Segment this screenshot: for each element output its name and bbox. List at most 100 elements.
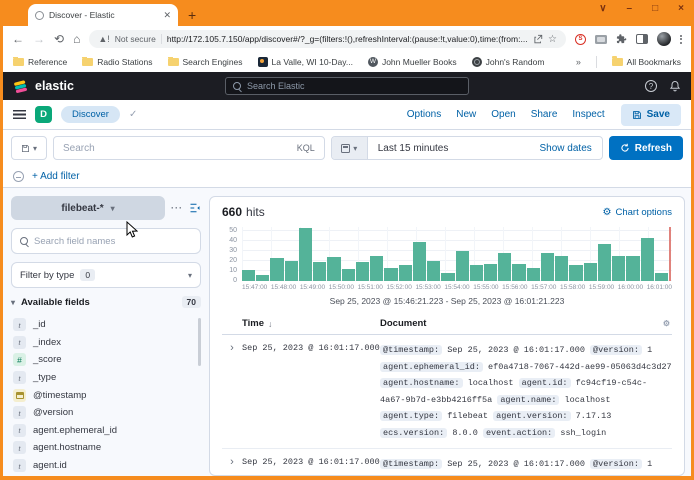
histogram-bar[interactable]: [655, 273, 668, 281]
histogram-bar[interactable]: [569, 265, 582, 281]
available-fields-header[interactable]: ▾ Available fields 70: [11, 296, 201, 308]
table-row[interactable]: ›Sep 25, 2023 @ 16:01:17.000@timestamp: …: [222, 449, 672, 475]
histogram-bar[interactable]: [327, 257, 340, 281]
field-item[interactable]: t@version: [11, 404, 201, 422]
topnav-options-link[interactable]: Options: [407, 109, 441, 120]
add-filter-link[interactable]: + Add filter: [32, 171, 80, 182]
histogram-bar[interactable]: [456, 251, 469, 281]
collapse-sidebar-icon[interactable]: [189, 202, 201, 214]
kql-label[interactable]: KQL: [297, 143, 315, 153]
filter-set-icon[interactable]: [13, 171, 24, 182]
home-button[interactable]: ⌂: [73, 32, 80, 46]
tab-close-icon[interactable]: ✕: [163, 10, 171, 21]
histogram-bar[interactable]: [242, 270, 255, 281]
histogram-bar[interactable]: [470, 265, 483, 281]
screenshot-extension-icon[interactable]: [595, 35, 607, 44]
time-column-header[interactable]: Time: [242, 318, 264, 329]
all-bookmarks-button[interactable]: All Bookmarks: [612, 57, 681, 67]
histogram-bar[interactable]: [527, 268, 540, 281]
alerts-bell-icon[interactable]: [669, 80, 681, 92]
space-badge[interactable]: D: [35, 106, 52, 123]
histogram-bar[interactable]: [484, 264, 497, 281]
histogram-bar[interactable]: [626, 256, 639, 281]
histogram-bar[interactable]: [512, 264, 525, 281]
field-search-input[interactable]: [34, 236, 192, 247]
field-item[interactable]: tagent.hostname: [11, 439, 201, 457]
table-row[interactable]: ›Sep 25, 2023 @ 16:01:17.000@timestamp: …: [222, 335, 672, 449]
new-tab-button[interactable]: +: [188, 8, 196, 22]
histogram-bar[interactable]: [256, 275, 269, 281]
window-minimize-button[interactable]: –: [627, 3, 633, 14]
window-chevron-icon[interactable]: ∨: [599, 3, 606, 14]
histogram-bar[interactable]: [384, 268, 397, 281]
bookmarks-overflow-icon[interactable]: »: [576, 57, 581, 67]
document-column-header[interactable]: Document: [380, 318, 672, 329]
save-button[interactable]: Save: [621, 104, 681, 126]
field-item[interactable]: tagent.ephemeral_id: [11, 422, 201, 440]
bookmark-item[interactable]: Reference: [13, 57, 67, 67]
histogram-bar[interactable]: [555, 256, 568, 281]
histogram-bar[interactable]: [541, 253, 554, 281]
histogram-bar[interactable]: [498, 253, 511, 281]
window-maximize-button[interactable]: □: [652, 3, 658, 14]
show-dates-link[interactable]: Show dates: [540, 143, 602, 154]
filter-by-type-select[interactable]: Filter by type 0 ▾: [11, 262, 201, 288]
reload-button[interactable]: ⟲: [54, 32, 64, 46]
address-bar[interactable]: ▲! Not secure http://172.105.7.150/app/d…: [89, 30, 566, 48]
extensions-puzzle-icon[interactable]: [616, 34, 627, 45]
field-item[interactable]: t_id: [11, 316, 201, 334]
refresh-button[interactable]: Refresh: [609, 136, 683, 160]
index-pattern-options-icon[interactable]: ···: [171, 203, 183, 213]
breadcrumb[interactable]: Discover: [61, 106, 120, 123]
window-close-button[interactable]: ×: [678, 3, 684, 14]
chart-options-button[interactable]: ⚙ Chart options: [603, 207, 672, 218]
table-settings-icon[interactable]: ⚙: [663, 319, 670, 328]
field-item[interactable]: #_score: [11, 351, 201, 369]
topnav-inspect-link[interactable]: Inspect: [572, 109, 604, 120]
topnav-open-link[interactable]: Open: [491, 109, 515, 120]
calendar-button[interactable]: ▾: [332, 137, 368, 159]
share-icon[interactable]: [533, 34, 543, 44]
global-search-input[interactable]: Search Elastic: [225, 77, 469, 95]
histogram-bar[interactable]: [342, 269, 355, 281]
field-item[interactable]: t_index: [11, 334, 201, 352]
histogram-bar[interactable]: [641, 238, 654, 281]
histogram-bar[interactable]: [285, 261, 298, 281]
field-item[interactable]: tagent.id: [11, 457, 201, 475]
browser-tab[interactable]: Discover - Elastic ✕: [28, 4, 178, 26]
histogram-bar[interactable]: [399, 265, 412, 281]
query-search-input[interactable]: [63, 143, 291, 154]
field-item[interactable]: t_type: [11, 369, 201, 387]
field-search-box[interactable]: [11, 228, 201, 254]
bookmark-item[interactable]: La Valle, WI 10-Day...: [258, 57, 353, 67]
adblock-extension-icon[interactable]: S: [575, 34, 586, 45]
expand-row-icon[interactable]: ›: [222, 456, 242, 469]
histogram-bar[interactable]: [370, 256, 383, 281]
help-icon[interactable]: ?: [645, 80, 657, 92]
histogram-bar[interactable]: [441, 273, 454, 281]
index-pattern-selector[interactable]: filebeat-* ▾: [11, 196, 165, 220]
topnav-new-link[interactable]: New: [456, 109, 476, 120]
histogram-bar[interactable]: [356, 262, 369, 281]
histogram-bar[interactable]: [313, 262, 326, 281]
bookmark-item[interactable]: John's Random Tho...: [472, 57, 546, 67]
profile-avatar[interactable]: [657, 32, 671, 46]
histogram-bar[interactable]: [413, 242, 426, 281]
bookmark-item[interactable]: Search Engines: [168, 57, 243, 67]
field-item[interactable]: tagent.name: [11, 474, 201, 476]
field-list-scrollbar[interactable]: [198, 318, 201, 366]
histogram-bar[interactable]: [598, 244, 611, 281]
field-item[interactable]: @timestamp: [11, 386, 201, 404]
topnav-share-link[interactable]: Share: [531, 109, 558, 120]
bookmark-item[interactable]: WJohn Mueller Books: [368, 57, 457, 67]
forward-button[interactable]: →: [33, 32, 45, 46]
histogram-bar[interactable]: [270, 258, 283, 281]
back-button[interactable]: ←: [12, 32, 24, 46]
nav-menu-icon[interactable]: [13, 110, 26, 119]
time-range-value[interactable]: Last 15 minutes: [368, 143, 464, 154]
sort-desc-icon[interactable]: ↓: [268, 319, 272, 329]
bookmark-item[interactable]: Radio Stations: [82, 57, 152, 67]
histogram-bar[interactable]: [427, 261, 440, 281]
histogram-bar[interactable]: [612, 256, 625, 281]
saved-query-menu-button[interactable]: ▾: [11, 136, 47, 160]
